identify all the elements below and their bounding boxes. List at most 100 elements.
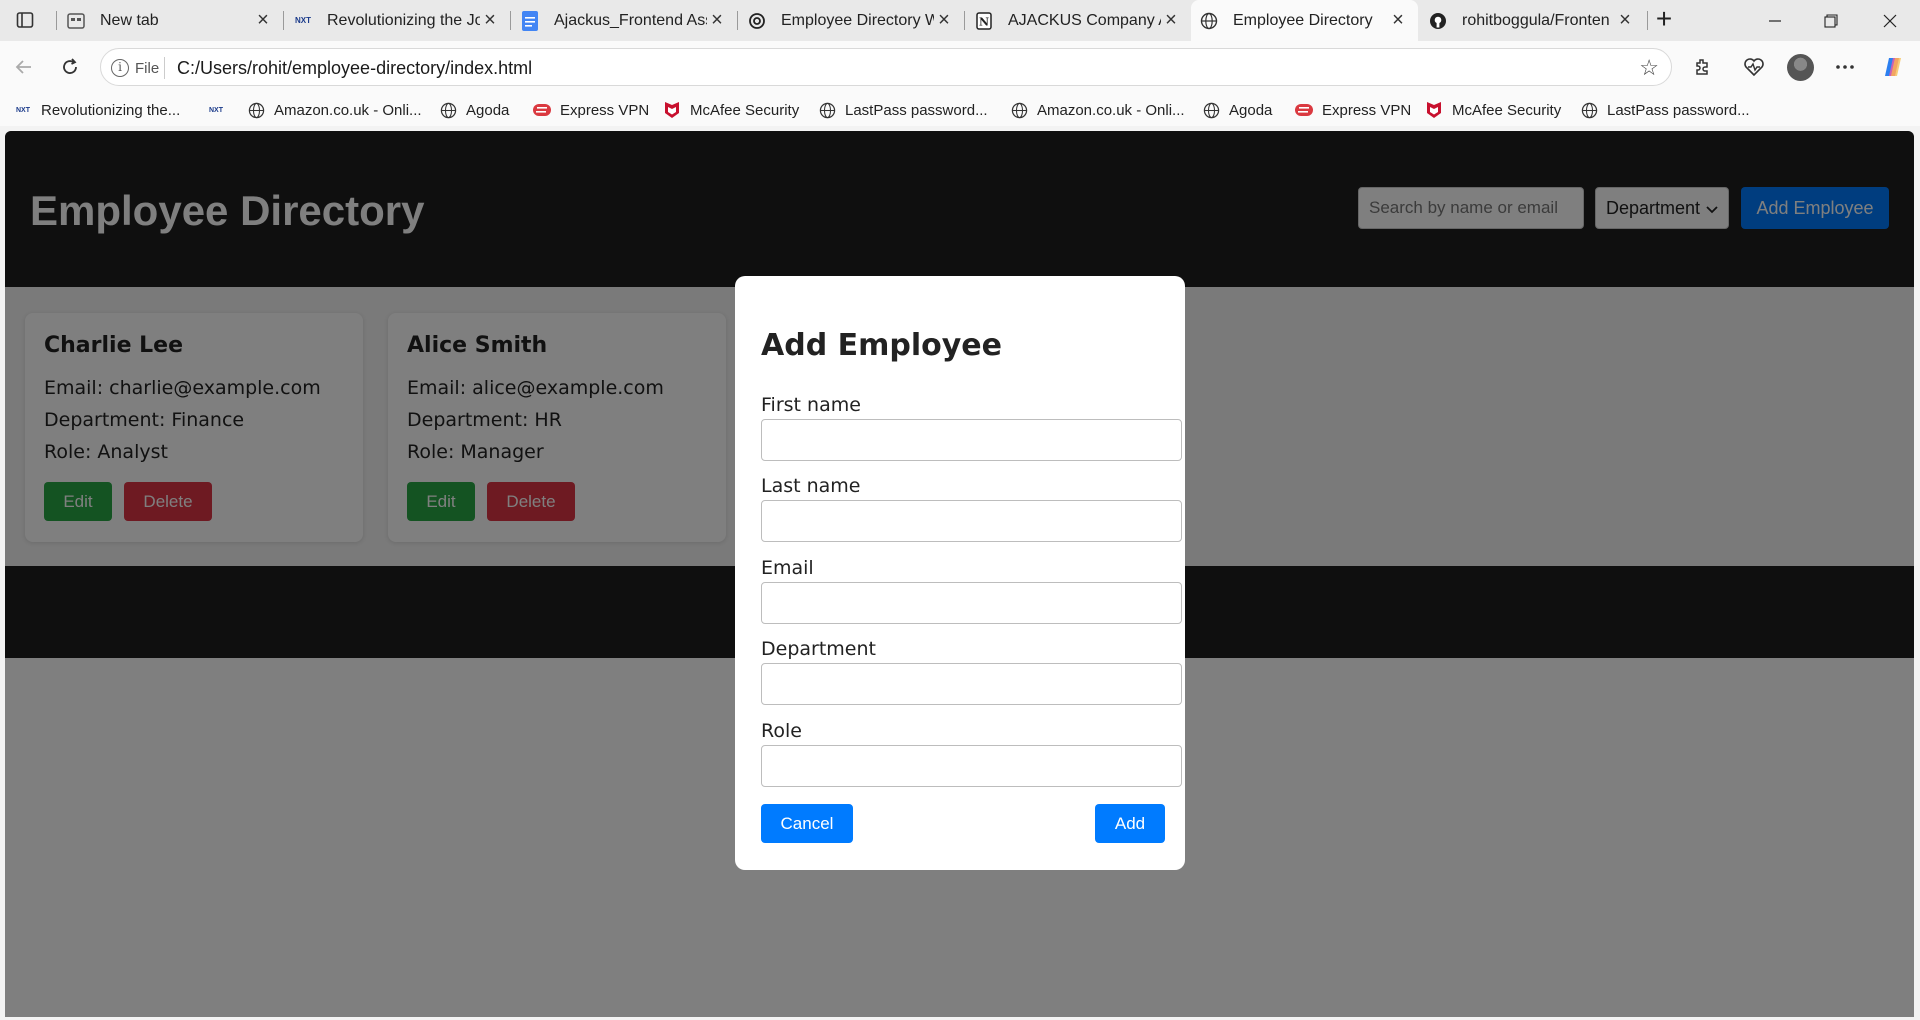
tab-ajackus-frontend[interactable]: Ajackus_Frontend Assig × [512,0,737,41]
bookmark-label: LastPass password... [1607,101,1750,119]
mcafee-icon [663,101,681,119]
minimize-icon[interactable] [1747,0,1803,41]
globe-icon [247,101,265,119]
bookmark-item[interactable]: LastPass password... [1580,99,1750,121]
tab-separator [1647,11,1648,30]
tab-github-repo[interactable]: rohitboggula/Fronten × [1420,0,1645,41]
department-field[interactable] [761,663,1182,705]
bookmark-label: Agoda [466,101,510,119]
bookmark-item[interactable]: Amazon.co.uk - Onli... [247,99,422,121]
google-docs-icon [520,10,540,31]
new-tab-icon[interactable]: + [1651,5,1677,33]
nxt-wave-icon: NXT [209,106,223,114]
bookmark-label: Agoda [1229,101,1273,119]
tab-close-icon[interactable]: × [1161,9,1181,32]
expressvpn-icon [533,101,551,119]
tab-separator [283,11,284,30]
tab-close-icon[interactable]: × [1388,9,1408,32]
email-field[interactable] [761,582,1182,624]
bookmark-item[interactable]: Agoda [1202,99,1272,121]
browser-essentials-icon[interactable] [1742,55,1766,79]
close-window-icon[interactable] [1862,0,1918,41]
globe-icon [818,101,836,119]
github-icon [1428,11,1448,31]
tab-new-tab[interactable]: New tab × [58,0,283,41]
profile-avatar[interactable] [1787,54,1814,81]
tab-separator [964,11,965,30]
tab-close-icon[interactable]: × [253,9,273,32]
bookmark-item[interactable]: Express VPN [533,99,649,121]
file-chip-label: File [135,59,160,77]
bookmarks-bar: NXT Revolutionizing the... NXT Amazon.co.… [0,94,1920,126]
bookmark-label: Express VPN [560,101,650,119]
bookmark-label: Express VPN [1322,101,1412,119]
bookmark-item[interactable]: NXT Revolutionizing the... [14,99,180,121]
tab-title: New tab [100,11,159,29]
last-name-label: Last name [761,475,861,497]
tab-separator [737,11,738,30]
globe-icon [1202,101,1220,119]
notion-icon: N [974,11,994,31]
address-separator [164,57,165,79]
last-name-field[interactable] [761,500,1182,542]
tab-ajackus-company[interactable]: N AJACKUS Company As × [966,0,1191,41]
newtab-icon [66,11,86,31]
first-name-field[interactable] [761,419,1182,461]
tab-title: AJACKUS Company As [1008,11,1161,29]
modal-title: Add Employee [761,328,1002,363]
tab-revolutionizing[interactable]: NXT Revolutionizing the Job × [285,0,510,41]
address-bar[interactable]: i File C:/Users/rohit/employee-directory/… [100,48,1672,86]
bookmark-item[interactable]: Agoda [439,99,509,121]
bookmark-label: Amazon.co.uk - Onli... [274,101,422,119]
tab-actions-icon[interactable] [14,9,36,31]
globe-icon [1010,101,1028,119]
tab-close-icon[interactable]: × [707,9,727,32]
page-viewport: Employee Directory Department Add Employ… [5,131,1914,1017]
first-name-label: First name [761,394,861,416]
role-field[interactable] [761,745,1182,787]
tab-employee-directory-web[interactable]: Employee Directory We × [739,0,964,41]
restore-icon[interactable] [1803,0,1859,41]
bookmark-item[interactable]: McAfee Security [663,99,799,121]
favorite-star-icon[interactable]: ☆ [1639,55,1659,81]
url-text[interactable]: C:/Users/rohit/employee-directory/index.… [177,58,532,79]
bookmark-label: Amazon.co.uk - Onli... [1037,101,1185,119]
globe-icon [1580,101,1598,119]
bookmark-item[interactable]: McAfee Security [1425,99,1561,121]
add-button[interactable]: Add [1095,804,1165,843]
bookmark-item[interactable]: Express VPN [1295,99,1411,121]
tab-title: Employee Directory [1233,11,1373,29]
bookmark-label: LastPass password... [845,101,988,119]
add-employee-modal: Add Employee First name Last name Email … [735,276,1185,870]
nxt-wave-icon: NXT [16,106,30,114]
tab-title: Employee Directory We [781,11,934,29]
tab-close-icon[interactable]: × [480,9,500,32]
tab-title: rohitboggula/Fronten [1462,11,1610,29]
extensions-icon[interactable] [1691,55,1715,79]
department-label: Department [761,638,876,660]
info-icon: i [111,59,129,77]
bookmark-label: McAfee Security [690,101,800,119]
tab-title: Revolutionizing the Job [327,11,480,29]
bookmark-item[interactable]: Amazon.co.uk - Onli... [1010,99,1185,121]
tab-employee-directory-active[interactable]: Employee Directory × [1191,0,1418,41]
tab-separator [510,11,511,30]
cancel-button[interactable]: Cancel [761,804,853,843]
back-icon[interactable] [12,55,36,79]
tab-separator [56,11,57,30]
openai-icon [747,11,767,31]
bookmark-item[interactable]: LastPass password... [818,99,988,121]
site-info-chip[interactable]: i File [111,57,159,79]
globe-icon [1199,11,1219,31]
browser-toolbar: i File C:/Users/rohit/employee-directory/… [0,41,1920,94]
reload-icon[interactable] [58,55,82,79]
expressvpn-icon [1295,101,1313,119]
tab-close-icon[interactable]: × [1615,9,1635,32]
bookmark-item[interactable]: NXT [207,99,234,121]
nxt-wave-icon: NXT [295,16,311,25]
tab-close-icon[interactable]: × [934,9,954,32]
more-options-icon[interactable] [1833,55,1857,79]
svg-text:N: N [979,15,989,28]
copilot-icon[interactable] [1881,55,1905,79]
globe-icon [439,101,457,119]
